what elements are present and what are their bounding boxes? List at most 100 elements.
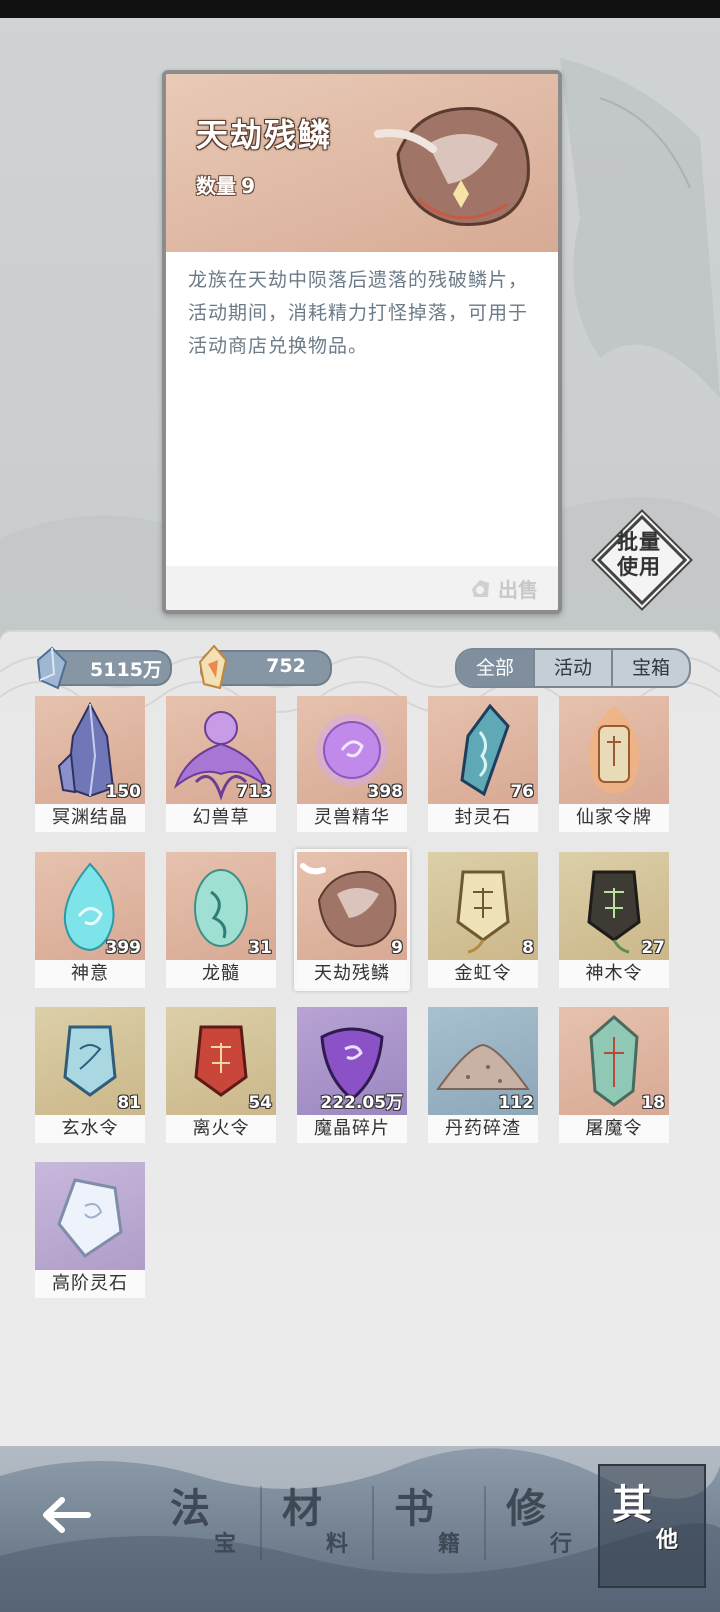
item-count: 9 (391, 938, 403, 958)
tab-materials[interactable]: 材 料 (270, 1470, 374, 1570)
item-count: 398 (367, 782, 404, 802)
item-thumb: 399 (35, 852, 145, 960)
batch-use-line2: 使用 (617, 555, 661, 579)
item-thumb: 18 (559, 1007, 669, 1115)
tab-other-char1: 其 (612, 1482, 652, 1528)
item-description: 龙族在天劫中陨落后遗落的残破鳞片，活动期间，消耗精力打怪掉落，可用于活动商店兑换… (188, 269, 529, 357)
item-thumb: 398 (297, 696, 407, 804)
batch-use-label: 批量 使用 (594, 530, 684, 580)
item-thumb: 150 (35, 696, 145, 804)
item-thumb (35, 1162, 145, 1270)
item-thumb: 81 (35, 1007, 145, 1115)
filter-chest[interactable]: 宝箱 (611, 650, 689, 686)
tab-treasure[interactable]: 法 宝 (158, 1470, 262, 1570)
item-slot[interactable]: 222.05万 魔晶碎片 (297, 1007, 407, 1143)
item-thumb: 54 (166, 1007, 276, 1115)
nav-divider (484, 1486, 486, 1560)
category-filter: 全部 活动 宝箱 (455, 648, 691, 688)
item-slot[interactable]: 31 龙髓 (166, 852, 276, 988)
item-name: 丹药碎渣 (428, 1115, 538, 1143)
tab-cultivation-char2: 行 (550, 1532, 573, 1557)
item-count: 31 (248, 938, 272, 958)
quantity-label: 数量 (196, 174, 236, 198)
item-count: 27 (641, 938, 665, 958)
item-count: 76 (510, 782, 534, 802)
item-name: 金虹令 (428, 960, 538, 988)
item-name: 封灵石 (428, 804, 538, 832)
item-slot[interactable]: 112 丹药碎渣 (428, 1007, 538, 1143)
dragon-scale-icon (300, 863, 397, 948)
item-title: 天劫残鳞 (196, 116, 333, 154)
item-count: 18 (641, 1093, 665, 1113)
nav-divider (372, 1486, 374, 1560)
item-name: 幻兽草 (166, 804, 276, 832)
tab-books[interactable]: 书 籍 (382, 1470, 486, 1570)
sell-button[interactable]: 出售 (468, 574, 538, 603)
tab-materials-char1: 材 (282, 1486, 322, 1532)
item-slot[interactable]: 18 屠魔令 (559, 1007, 669, 1143)
item-thumb: 9 (297, 852, 407, 960)
item-name: 离火令 (166, 1115, 276, 1143)
tab-cultivation-char1: 修 (506, 1486, 546, 1532)
tab-books-char2: 籍 (438, 1532, 461, 1557)
filter-event[interactable]: 活动 (533, 650, 611, 686)
sell-label: 出售 (498, 578, 538, 602)
item-quantity: 数量 9 (196, 170, 255, 199)
item-slot[interactable]: 398 灵兽精华 (297, 696, 407, 832)
currency-crystal: 5115万 (36, 646, 172, 690)
item-count: 150 (105, 782, 142, 802)
bottom-nav: 法 宝 材 料 书 籍 修 行 其 他 (0, 1446, 720, 1612)
fire-token-icon (589, 706, 639, 794)
item-count: 222.05万 (320, 1093, 403, 1113)
item-slot-selected[interactable]: 9 天劫残鳞 (294, 849, 410, 991)
item-slot[interactable]: 54 离火令 (166, 1007, 276, 1143)
item-thumb: 713 (166, 696, 276, 804)
tab-books-char1: 书 (394, 1486, 434, 1532)
item-name: 冥渊结晶 (35, 804, 145, 832)
item-name: 神意 (35, 960, 145, 988)
item-name: 魔晶碎片 (297, 1115, 407, 1143)
item-slot[interactable]: 81 玄水令 (35, 1007, 145, 1143)
item-name: 玄水令 (35, 1115, 145, 1143)
gold-gem-icon (198, 644, 228, 690)
item-name: 高阶灵石 (35, 1270, 145, 1298)
item-slot[interactable]: 76 封灵石 (428, 696, 538, 832)
item-thumb: 27 (559, 852, 669, 960)
back-arrow-icon[interactable] (38, 1490, 98, 1540)
item-detail-card: 天劫残鳞 数量 9 龙族在天劫中陨落后遗落的残破鳞片，活动期间，消耗精力打怪掉落… (162, 70, 562, 614)
quantity-value: 9 (241, 174, 256, 198)
detail-footer: 出售 (166, 566, 558, 610)
item-slot[interactable]: 150 冥渊结晶 (35, 696, 145, 832)
tab-other[interactable]: 其 他 (598, 1464, 706, 1588)
item-slot[interactable]: 27 神木令 (559, 852, 669, 988)
item-thumb: 31 (166, 852, 276, 960)
currency-crystal-value: 5115万 (90, 659, 162, 681)
item-count: 713 (236, 782, 273, 802)
item-count: 399 (105, 938, 142, 958)
item-count: 8 (522, 938, 534, 958)
batch-use-button[interactable]: 批量 使用 (594, 512, 688, 606)
tab-materials-char2: 料 (326, 1532, 349, 1557)
item-slot[interactable]: 高阶灵石 (35, 1162, 145, 1298)
item-thumb: 76 (428, 696, 538, 804)
item-thumb (559, 696, 669, 804)
detail-header: 天劫残鳞 数量 9 (166, 74, 558, 252)
tab-cultivation[interactable]: 修 行 (494, 1470, 598, 1570)
blue-crystal-icon (36, 646, 68, 690)
item-thumb: 8 (428, 852, 538, 960)
item-slot[interactable]: 8 金虹令 (428, 852, 538, 988)
status-bar (0, 0, 720, 18)
item-count: 54 (248, 1093, 272, 1113)
item-name: 灵兽精华 (297, 804, 407, 832)
item-name: 仙家令牌 (559, 804, 669, 832)
filter-all[interactable]: 全部 (457, 650, 533, 686)
spirit-stone-icon (57, 1178, 123, 1259)
tab-treasure-char1: 法 (170, 1486, 210, 1532)
item-slot[interactable]: 399 神意 (35, 852, 145, 988)
inventory-panel: 5115万 752 全部 活动 宝箱 150 冥渊结晶 713 幻兽草 398 … (0, 630, 720, 1452)
item-name: 神木令 (559, 960, 669, 988)
item-slot[interactable]: 713 幻兽草 (166, 696, 276, 832)
tab-treasure-char2: 宝 (214, 1532, 237, 1557)
currency-gem: 752 (198, 644, 332, 690)
item-slot[interactable]: 仙家令牌 (559, 696, 669, 832)
